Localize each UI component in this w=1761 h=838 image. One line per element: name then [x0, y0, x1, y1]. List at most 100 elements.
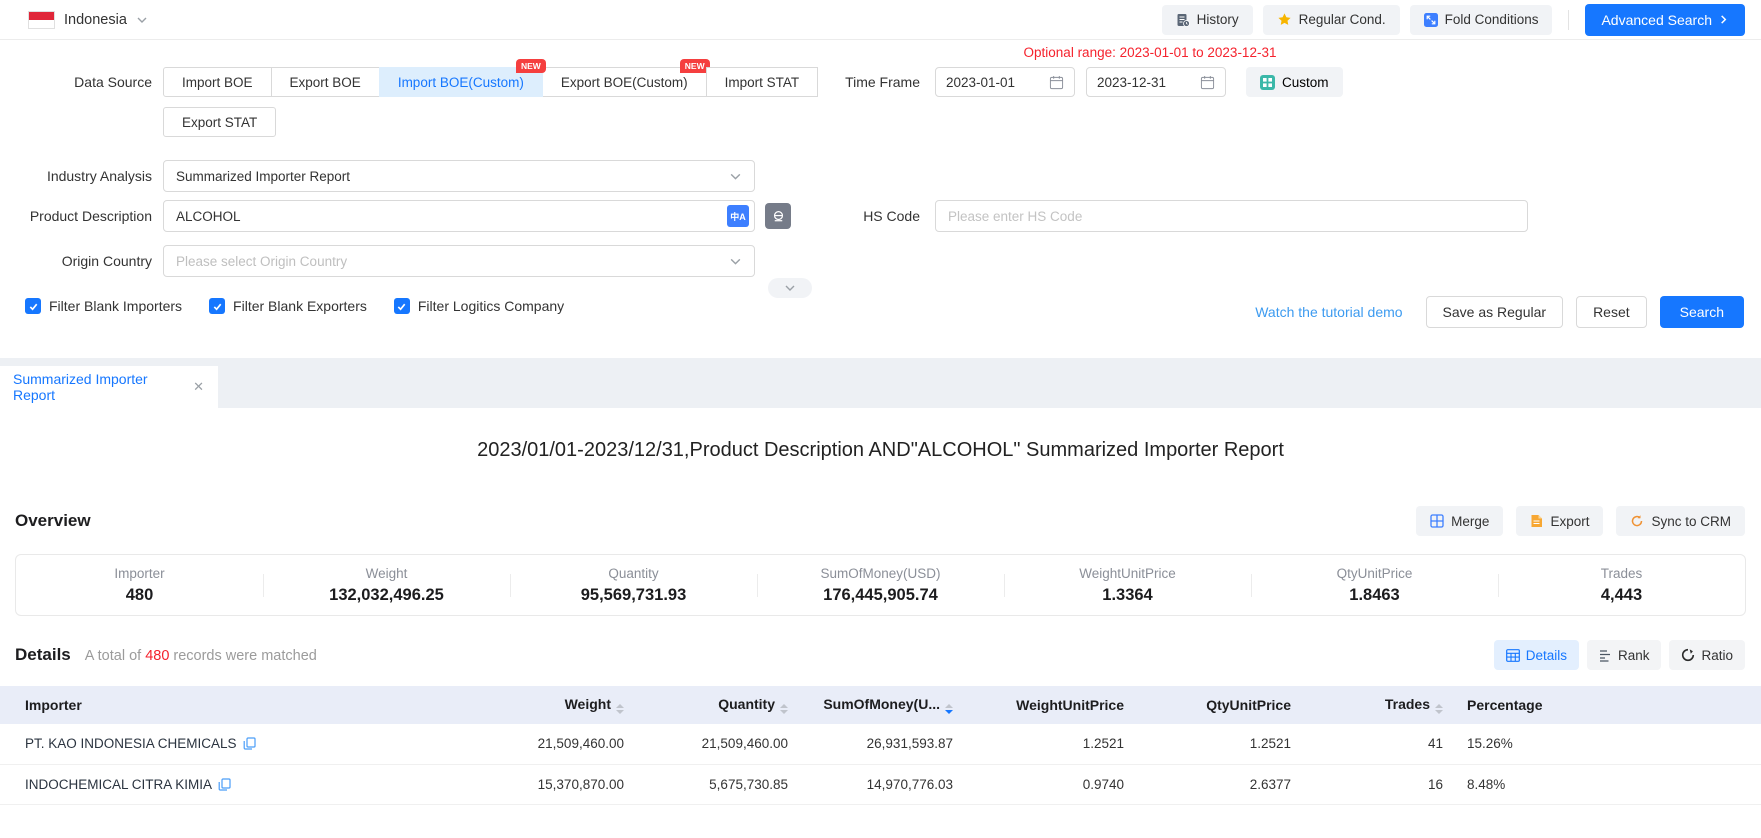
trades-cell: 16	[1303, 764, 1455, 804]
sort-icon-active[interactable]	[945, 704, 953, 714]
percentage-cell: 15.26%	[1455, 724, 1761, 764]
close-icon[interactable]: ✕	[193, 379, 204, 395]
time-frame-group: Time Frame 2023-01-01 2023-12-31 Custom	[840, 67, 1343, 97]
table-row: PT. KAO INDONESIA CHEMICALS 21,509,460.0…	[0, 724, 1761, 764]
custom-grid-icon	[1260, 75, 1275, 90]
sort-icon[interactable]	[616, 704, 624, 714]
new-badge: NEW	[516, 59, 546, 73]
filter-checkboxes: Filter Blank Importers Filter Blank Expo…	[25, 298, 564, 314]
trades-cell: 41	[1303, 724, 1455, 764]
weight-unit-price-cell: 1.2521	[965, 724, 1136, 764]
col-percentage[interactable]: Percentage	[1455, 686, 1761, 724]
details-table-icon	[1506, 649, 1520, 662]
col-trades[interactable]: Trades	[1303, 686, 1455, 724]
percentage-cell: 8.48%	[1455, 764, 1761, 804]
report-title: 2023/01/01-2023/12/31,Product Descriptio…	[0, 439, 1761, 462]
col-weight[interactable]: Weight	[470, 686, 636, 724]
quantity-cell: 21,509,460.00	[636, 724, 800, 764]
sync-icon	[1630, 514, 1644, 528]
sync-to-crm-button[interactable]: Sync to CRM	[1616, 506, 1745, 536]
copy-icon[interactable]	[218, 778, 231, 791]
topbar: Indonesia History Regular Cond. Fold Con…	[0, 0, 1761, 40]
regular-cond-button[interactable]: Regular Cond.	[1263, 5, 1400, 35]
view-ratio-button[interactable]: Ratio	[1669, 640, 1745, 670]
details-heading: Details	[15, 645, 71, 665]
export-button[interactable]: Export	[1516, 506, 1603, 536]
history-button[interactable]: History	[1162, 5, 1253, 35]
overview-actions: Merge Export Sync to CRM	[1416, 506, 1745, 536]
tutorial-demo-link[interactable]: Watch the tutorial demo	[1255, 304, 1402, 320]
details-table: Importer Weight Quantity SumOfMoney(U...…	[0, 686, 1761, 805]
origin-country-select[interactable]: Please select Origin Country	[163, 245, 755, 277]
qty-unit-price-cell: 2.6377	[1136, 764, 1303, 804]
product-description-label: Product Description	[0, 208, 152, 224]
tab-export-stat[interactable]: Export STAT	[163, 107, 276, 137]
stat-trades: Trades 4,443	[1498, 566, 1745, 605]
col-qty-unit-price[interactable]: QtyUnitPrice	[1136, 686, 1303, 724]
tab-export-boe-custom[interactable]: Export BOE(Custom) NEW	[542, 67, 707, 97]
filter-blank-importers-checkbox[interactable]: Filter Blank Importers	[25, 298, 182, 314]
fold-icon	[1424, 13, 1438, 27]
data-source-tabs: Import BOE Export BOE Import BOE(Custom)…	[163, 67, 818, 97]
product-description-input[interactable]	[163, 200, 755, 232]
col-quantity[interactable]: Quantity	[636, 686, 800, 724]
sum-of-money-cell: 26,931,593.87	[800, 724, 965, 764]
tab-summarized-importer-report[interactable]: Summarized Importer Report ✕	[0, 366, 218, 408]
fold-conditions-button[interactable]: Fold Conditions	[1410, 5, 1553, 35]
importer-name-cell[interactable]: INDOCHEMICAL CITRA KIMIA	[0, 764, 470, 804]
stat-weight: Weight 132,032,496.25	[263, 566, 510, 605]
stat-weight-unit-price: WeightUnitPrice 1.3364	[1004, 566, 1251, 605]
divider	[1568, 10, 1569, 30]
table-row: INDOCHEMICAL CITRA KIMIA 15,370,870.00 5…	[0, 764, 1761, 804]
calendar-icon	[1049, 75, 1064, 90]
fuzzy-match-button[interactable]	[765, 203, 791, 229]
hs-code-label: HS Code	[820, 208, 920, 224]
matched-count: 480	[141, 648, 173, 664]
date-from-input[interactable]: 2023-01-01	[935, 67, 1075, 97]
weight-unit-price-cell: 0.9740	[965, 764, 1136, 804]
weight-cell: 15,370,870.00	[470, 764, 636, 804]
advanced-search-button[interactable]: Advanced Search	[1585, 4, 1745, 36]
col-sum-of-money[interactable]: SumOfMoney(U...	[800, 686, 965, 724]
search-button[interactable]: Search	[1660, 296, 1744, 328]
quantity-cell: 5,675,730.85	[636, 764, 800, 804]
hs-code-input[interactable]	[935, 200, 1528, 232]
copy-icon[interactable]	[243, 737, 256, 750]
tab-import-boe-custom[interactable]: Import BOE(Custom) NEW	[379, 67, 543, 97]
rank-icon	[1599, 649, 1612, 662]
merge-button[interactable]: Merge	[1416, 506, 1503, 536]
stat-qty-unit-price: QtyUnitPrice 1.8463	[1251, 566, 1498, 605]
hs-code-group: HS Code	[820, 200, 1528, 232]
importer-name-cell[interactable]: PT. KAO INDONESIA CHEMICALS	[0, 724, 470, 764]
records-matched-text: A total of480records were matched	[85, 648, 317, 664]
tab-export-boe[interactable]: Export BOE	[271, 67, 380, 97]
stat-importer: Importer 480	[16, 566, 263, 605]
industry-analysis-select[interactable]: Summarized Importer Report	[163, 160, 755, 192]
date-to-input[interactable]: 2023-12-31	[1086, 67, 1226, 97]
sort-icon[interactable]	[1435, 704, 1443, 714]
view-details-button[interactable]: Details	[1494, 640, 1579, 670]
collapse-conditions-button[interactable]	[768, 278, 812, 298]
col-weight-unit-price[interactable]: WeightUnitPrice	[965, 686, 1136, 724]
translate-icon[interactable]: 中A	[727, 205, 749, 227]
time-frame-label: Time Frame	[840, 74, 920, 90]
save-as-regular-button[interactable]: Save as Regular	[1426, 296, 1564, 328]
origin-country-label: Origin Country	[0, 253, 152, 269]
col-importer[interactable]: Importer	[0, 686, 470, 724]
tab-import-boe[interactable]: Import BOE	[163, 67, 272, 97]
reset-button[interactable]: Reset	[1576, 296, 1647, 328]
filter-blank-exporters-checkbox[interactable]: Filter Blank Exporters	[209, 298, 367, 314]
tab-import-stat[interactable]: Import STAT	[706, 67, 819, 97]
checkbox-checked-icon	[394, 298, 410, 314]
star-icon	[1277, 12, 1292, 27]
data-source-label: Data Source	[0, 74, 152, 90]
filter-logistics-company-checkbox[interactable]: Filter Logitics Company	[394, 298, 564, 314]
custom-range-button[interactable]: Custom	[1246, 67, 1343, 97]
checkbox-checked-icon	[25, 298, 41, 314]
app-window: Indonesia History Regular Cond. Fold Con…	[0, 0, 1761, 838]
view-rank-button[interactable]: Rank	[1587, 640, 1662, 670]
sort-icon[interactable]	[780, 704, 788, 714]
export-file-icon	[1530, 514, 1543, 528]
view-switcher: Details Rank Ratio	[1494, 640, 1745, 670]
country-selector[interactable]: Indonesia	[28, 11, 148, 29]
